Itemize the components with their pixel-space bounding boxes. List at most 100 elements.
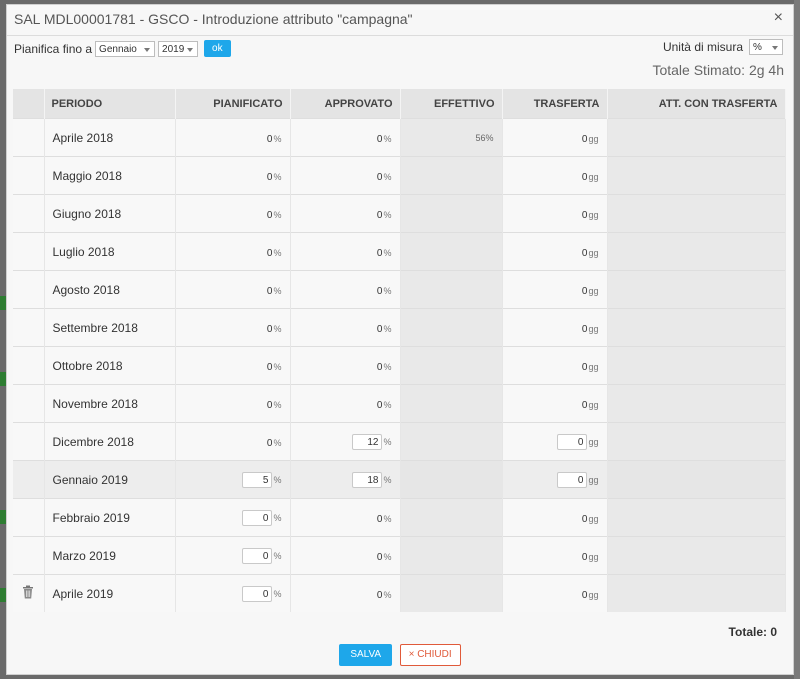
grid-total: Totale: 0 bbox=[728, 625, 777, 639]
trasferta-cell: 0gg bbox=[502, 498, 608, 537]
approvato-cell: 0% bbox=[290, 384, 401, 423]
table-row: Novembre 2018 0% 0% 0gg bbox=[13, 384, 786, 423]
row-action-cell bbox=[13, 346, 45, 385]
effettivo-cell bbox=[400, 498, 503, 537]
effettivo-cell bbox=[400, 308, 503, 347]
approvato-unit: % bbox=[383, 399, 392, 410]
unit-select[interactable]: % bbox=[749, 39, 783, 55]
att-cell bbox=[607, 346, 786, 385]
period-label: Novembre 2018 bbox=[52, 396, 138, 411]
approvato-cell: 0% bbox=[290, 498, 401, 537]
pianificato-unit: % bbox=[273, 133, 282, 144]
trasferta-input[interactable]: 0 bbox=[557, 433, 588, 450]
period-label: Marzo 2019 bbox=[52, 548, 116, 563]
row-action-cell bbox=[13, 574, 45, 612]
row-action-cell bbox=[13, 232, 45, 271]
unit-label: Unità di misura bbox=[662, 40, 743, 54]
period-cell: Dicembre 2018 bbox=[44, 422, 176, 461]
effettivo-cell bbox=[400, 194, 503, 233]
trasferta-input[interactable]: 0 bbox=[557, 471, 588, 488]
approvato-input[interactable]: 18 bbox=[352, 471, 383, 488]
approvato-unit: % bbox=[383, 323, 392, 334]
effettivo-cell bbox=[400, 460, 503, 499]
approvato-value: 0 bbox=[376, 551, 383, 563]
approvato-value: 0 bbox=[376, 323, 383, 335]
att-cell bbox=[607, 422, 786, 461]
approvato-value: 0 bbox=[376, 285, 383, 297]
pianificato-unit: % bbox=[273, 588, 282, 599]
period-label: Luglio 2018 bbox=[52, 244, 115, 259]
trasferta-unit: gg bbox=[588, 436, 599, 447]
approvato-unit: % bbox=[383, 133, 392, 144]
att-cell bbox=[607, 574, 786, 612]
approvato-value: 0 bbox=[376, 399, 383, 411]
approvato-value: 0 bbox=[376, 361, 383, 373]
chevron-down-icon bbox=[144, 47, 151, 52]
att-cell bbox=[607, 270, 786, 309]
pianificato-unit: % bbox=[273, 399, 282, 410]
period-cell: Luglio 2018 bbox=[44, 232, 176, 271]
approvato-unit: % bbox=[383, 551, 392, 562]
trash-icon[interactable] bbox=[22, 585, 34, 602]
trasferta-value: 0 bbox=[581, 171, 588, 183]
table-row: Febbraio 2019 0% 0% 0gg bbox=[13, 498, 786, 537]
close-icon: × bbox=[408, 649, 415, 660]
trasferta-cell: 0gg bbox=[502, 422, 608, 461]
approvato-cell: 12% bbox=[290, 422, 401, 461]
year-select[interactable]: 2019 bbox=[158, 40, 199, 57]
trasferta-cell: 0gg bbox=[502, 232, 608, 271]
trasferta-cell: 0gg bbox=[502, 118, 608, 157]
month-select[interactable]: Gennaio bbox=[95, 40, 156, 57]
pianificato-value: 0 bbox=[266, 285, 273, 297]
close-button-label: CHIUDI bbox=[417, 649, 452, 660]
att-cell bbox=[607, 498, 786, 537]
row-action-cell bbox=[13, 308, 45, 347]
pianificato-cell: 0% bbox=[175, 536, 291, 575]
pianificato-input[interactable]: 0 bbox=[242, 585, 273, 602]
save-button[interactable]: SALVA bbox=[339, 644, 393, 666]
approvato-cell: 18% bbox=[290, 460, 401, 499]
att-cell bbox=[607, 308, 786, 347]
approvato-value: 0 bbox=[376, 589, 383, 601]
close-icon[interactable]: × bbox=[774, 9, 783, 27]
sal-modal: SAL MDL00001781 - GSCO - Introduzione at… bbox=[6, 4, 794, 675]
table-row: Agosto 2018 0% 0% 0gg bbox=[13, 270, 786, 309]
pianificato-input[interactable]: 0 bbox=[242, 547, 273, 564]
effettivo-cell bbox=[400, 232, 503, 271]
pianificato-unit: % bbox=[273, 474, 282, 485]
pianificato-unit: % bbox=[273, 171, 282, 182]
row-action-cell bbox=[13, 498, 45, 537]
trasferta-value: 0 bbox=[581, 133, 588, 145]
close-button[interactable]: × CHIUDI bbox=[399, 644, 461, 666]
row-action-cell bbox=[13, 422, 45, 461]
pianificato-cell: 0% bbox=[175, 270, 291, 309]
pianificato-value: 0 bbox=[266, 361, 273, 373]
approvato-value: 0 bbox=[376, 133, 383, 145]
plan-toolbar: Pianifica fino a Gennaio 2019 ok bbox=[14, 40, 231, 57]
approvato-input[interactable]: 12 bbox=[352, 433, 383, 450]
period-cell: Settembre 2018 bbox=[44, 308, 176, 347]
trasferta-unit: gg bbox=[588, 551, 599, 562]
pianificato-input[interactable]: 0 bbox=[242, 509, 273, 526]
modal-footer: SALVA × CHIUDI bbox=[7, 644, 793, 666]
table-row: Aprile 2019 0% 0% 0gg bbox=[13, 574, 786, 612]
trasferta-unit: gg bbox=[588, 247, 599, 258]
row-action-cell bbox=[13, 194, 45, 233]
trasferta-unit: gg bbox=[588, 285, 599, 296]
trasferta-unit: gg bbox=[588, 474, 599, 485]
table-row: Gennaio 2019 5% 18% 0 gg bbox=[13, 460, 786, 499]
period-label: Aprile 2019 bbox=[52, 586, 114, 601]
pianificato-cell: 0% bbox=[175, 308, 291, 347]
trasferta-cell: 0gg bbox=[502, 346, 608, 385]
approvato-cell: 0% bbox=[290, 270, 401, 309]
period-label: Agosto 2018 bbox=[52, 282, 120, 297]
table-row: Dicembre 2018 0% 12% 0 gg bbox=[13, 422, 786, 461]
pianificato-unit: % bbox=[273, 247, 282, 258]
trasferta-unit: gg bbox=[588, 323, 599, 334]
approvato-cell: 0% bbox=[290, 308, 401, 347]
approvato-cell: 0% bbox=[290, 536, 401, 575]
ok-button[interactable]: ok bbox=[204, 40, 231, 57]
trasferta-cell: 0gg bbox=[502, 536, 608, 575]
pianificato-unit: % bbox=[273, 550, 282, 561]
pianificato-input[interactable]: 5 bbox=[242, 471, 273, 488]
